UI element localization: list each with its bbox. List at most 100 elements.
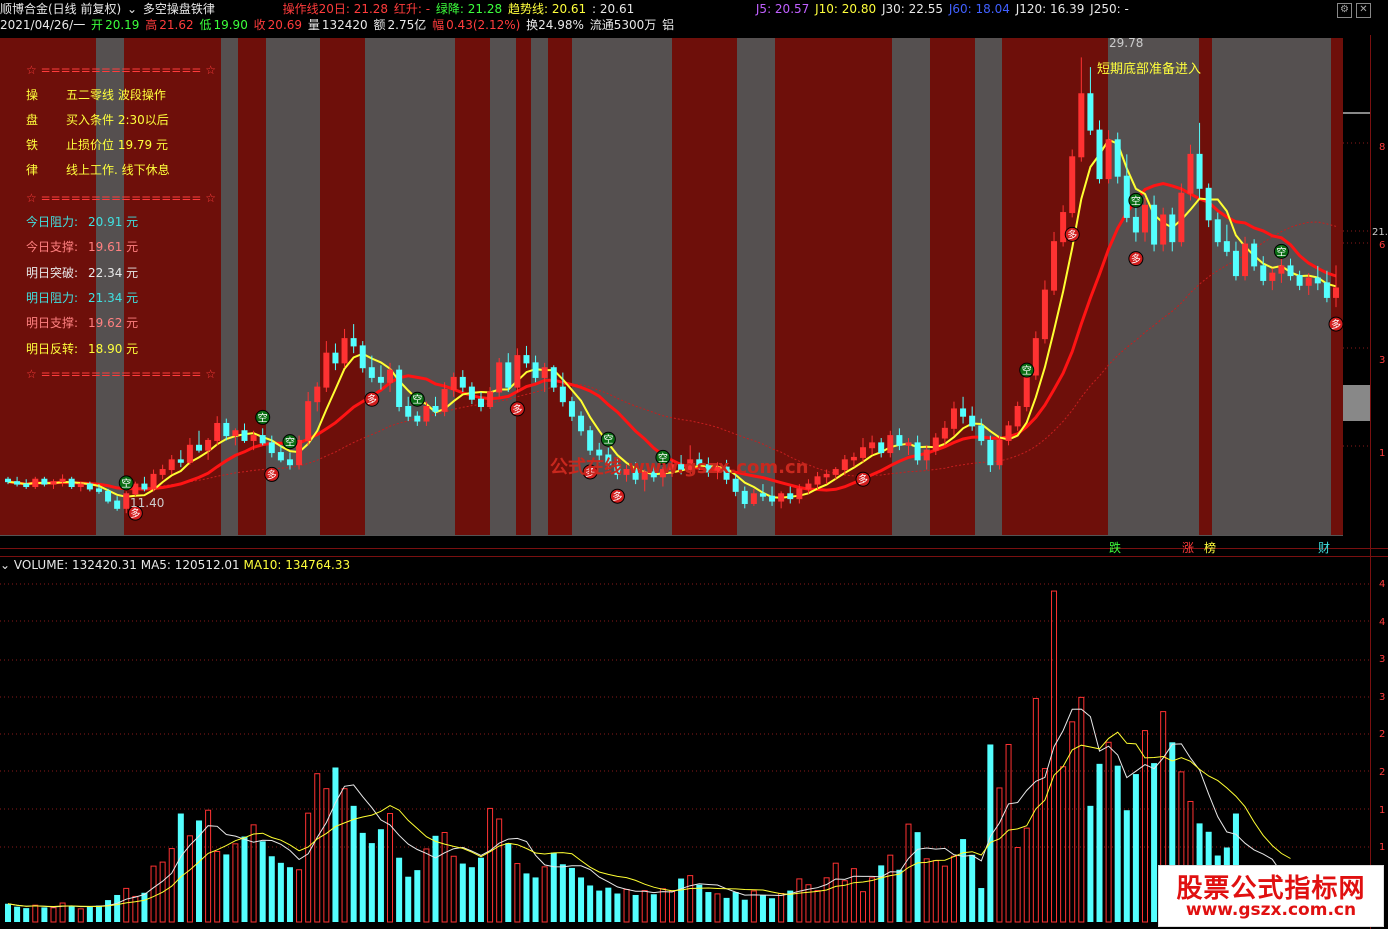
settings-icon[interactable]: ⚙ bbox=[1337, 3, 1352, 18]
empty-signal-text: 空 bbox=[1022, 364, 1032, 377]
candle-body bbox=[86, 483, 93, 490]
candle-body bbox=[268, 442, 275, 454]
candle-body bbox=[59, 478, 66, 483]
candle-body bbox=[523, 355, 530, 364]
volume-bar bbox=[1105, 741, 1112, 923]
volume-bar bbox=[286, 867, 293, 922]
volume-bar bbox=[277, 862, 284, 922]
empty-signal-text: 空 bbox=[603, 433, 613, 446]
candle-body bbox=[778, 493, 785, 502]
volume-bar bbox=[268, 856, 275, 922]
candle-body bbox=[114, 500, 121, 509]
candle-body bbox=[396, 369, 403, 408]
info-rule-key: 盘 bbox=[26, 113, 39, 127]
info-rule-key: 铁 bbox=[26, 138, 39, 152]
volume-bar bbox=[568, 867, 575, 922]
price-level-row: 明日阻力: 21.34 元 bbox=[26, 290, 138, 306]
candle-body bbox=[296, 439, 303, 466]
candle-body bbox=[350, 338, 357, 347]
candle-body bbox=[1314, 277, 1321, 284]
candle-body bbox=[132, 483, 139, 495]
candle-body bbox=[368, 367, 375, 378]
candle-body bbox=[1096, 129, 1103, 180]
volume-bar bbox=[1014, 846, 1021, 923]
volume-axis-tick: 1 bbox=[1379, 805, 1386, 816]
candle-body bbox=[205, 439, 212, 451]
candle-body bbox=[241, 430, 248, 441]
candle-body bbox=[141, 483, 148, 490]
long-signal-text: 多 bbox=[858, 473, 868, 486]
volume-bar bbox=[177, 813, 184, 922]
close-icon[interactable]: ✕ bbox=[1356, 3, 1371, 18]
amount-label: 额 bbox=[373, 18, 386, 32]
volume-bar bbox=[441, 832, 448, 923]
candle-body bbox=[1151, 204, 1158, 245]
chevron-down-icon[interactable]: ⌄ bbox=[127, 2, 137, 16]
date-value: 2021/04/26/一 bbox=[0, 18, 86, 32]
candle-body bbox=[1132, 216, 1139, 233]
candle-body bbox=[1141, 204, 1148, 233]
candle-body bbox=[377, 376, 384, 383]
volume-bar bbox=[350, 805, 357, 922]
volume-bar bbox=[305, 812, 312, 923]
volume-bar bbox=[1060, 766, 1067, 923]
candle-body bbox=[1051, 241, 1058, 291]
price-level-row: 今日阻力: 20.91 元 bbox=[26, 214, 138, 230]
volume-bar bbox=[550, 852, 557, 922]
info-rule-value: 止损价位 19.79 元 bbox=[66, 138, 168, 152]
candle-body bbox=[832, 469, 839, 475]
empty-signal-text: 空 bbox=[121, 477, 131, 490]
candle-body bbox=[332, 352, 339, 364]
candle-body bbox=[905, 442, 912, 446]
stock-name[interactable]: 顺博合金(日线 前复权) bbox=[0, 2, 121, 16]
candle-body bbox=[105, 490, 112, 502]
volume-bar bbox=[168, 848, 175, 923]
j250-value: J250: - bbox=[1090, 2, 1129, 16]
volume-bar bbox=[687, 875, 694, 923]
candle-body bbox=[14, 481, 21, 485]
chevron-down-icon[interactable]: ⌄ bbox=[0, 558, 10, 572]
volume-bar bbox=[978, 888, 985, 922]
volume-bar bbox=[214, 851, 221, 923]
candle-body bbox=[741, 490, 748, 504]
volume-bar bbox=[596, 890, 603, 922]
candle-body bbox=[941, 427, 948, 439]
volume-bar bbox=[741, 899, 748, 922]
scrollbar-thumb bbox=[1343, 385, 1370, 421]
volume-bar bbox=[932, 860, 939, 923]
volume-ma10: MA10: 134764.33 bbox=[243, 558, 351, 572]
candle-body bbox=[186, 444, 193, 463]
close-value: 20.69 bbox=[267, 18, 303, 32]
trend-line-value-2: : 20.61 bbox=[592, 2, 635, 16]
volume-axis-tick: 4 bbox=[1379, 617, 1386, 628]
candle-body bbox=[286, 459, 293, 466]
volume-bar bbox=[1023, 827, 1030, 923]
info-rule-key: 律 bbox=[26, 163, 39, 177]
volume-bar bbox=[1123, 810, 1130, 922]
candle-body bbox=[505, 362, 512, 388]
volume-bar bbox=[732, 892, 739, 922]
candle-body bbox=[277, 452, 284, 461]
candle-body bbox=[878, 442, 885, 454]
candle-body bbox=[477, 398, 484, 408]
candle-body bbox=[387, 369, 394, 383]
volume-bar bbox=[969, 854, 976, 922]
volume-bar bbox=[914, 832, 921, 922]
info-separator-mid: ☆ ================ ☆ bbox=[26, 191, 217, 205]
volume-bar bbox=[832, 862, 839, 923]
axis-tick-5: 1 bbox=[1379, 448, 1386, 459]
candle-body bbox=[996, 439, 1003, 466]
volume-bar bbox=[1096, 763, 1103, 922]
gray-band-5 bbox=[531, 38, 548, 535]
candle-body bbox=[259, 435, 266, 444]
volume-bar bbox=[860, 891, 867, 923]
volume-bar bbox=[186, 835, 193, 923]
trend-line-value: 趋势线: 20.61 bbox=[507, 2, 587, 16]
candle-body bbox=[1205, 187, 1212, 221]
volume-bar bbox=[1041, 768, 1048, 923]
candle-body bbox=[305, 401, 312, 441]
open-value: 20.19 bbox=[105, 18, 140, 32]
long-signal-text: 多 bbox=[367, 393, 377, 406]
indicator-name[interactable]: 多空操盘铁律 bbox=[143, 2, 215, 16]
price-level-value: 19.62 元 bbox=[88, 316, 139, 331]
